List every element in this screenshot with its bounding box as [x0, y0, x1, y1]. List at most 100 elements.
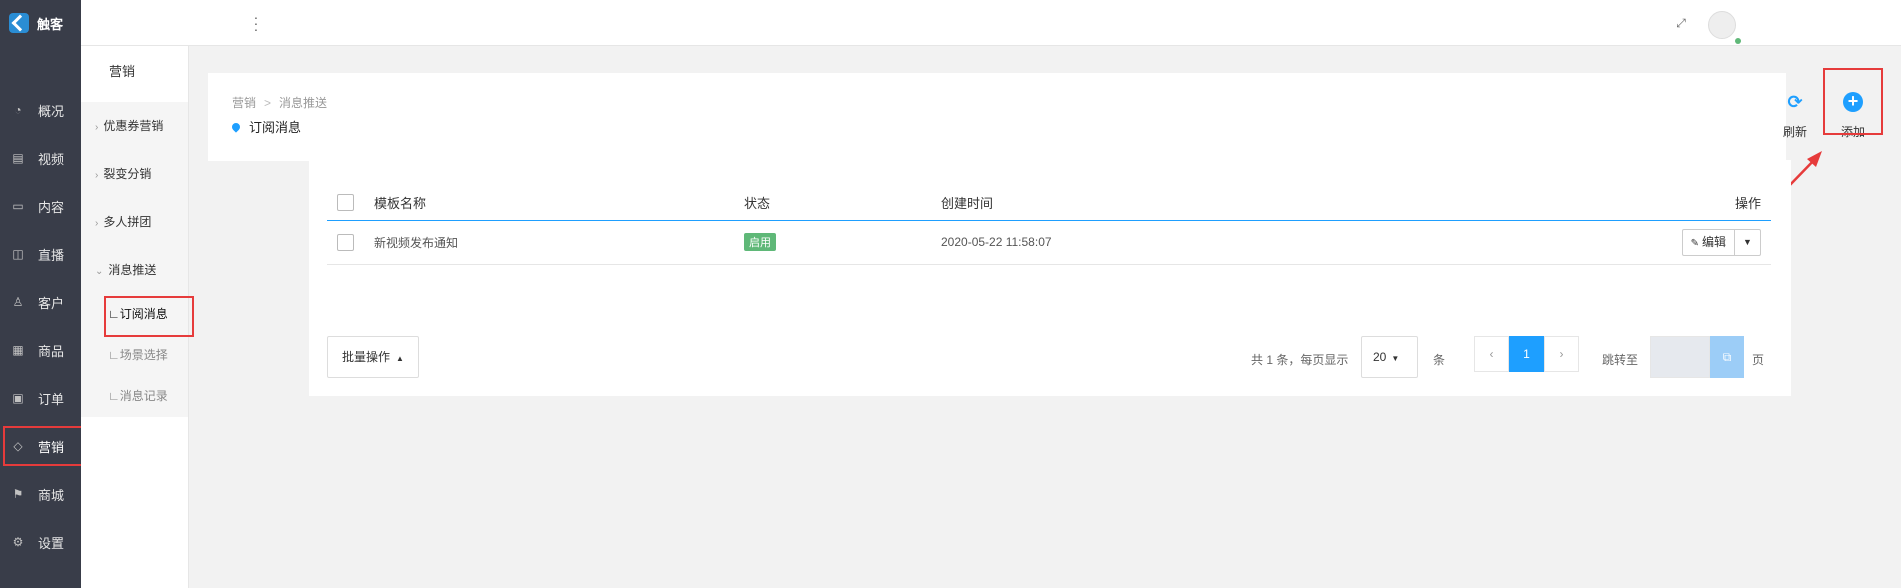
sidebar-item-label: 订单 — [38, 391, 65, 407]
more-vertical-icon[interactable]: · · · — [253, 10, 259, 36]
highlight-box — [1823, 68, 1883, 135]
jump-page-input[interactable] — [1650, 336, 1710, 378]
subnav-item-group-buy[interactable]: › 多人拼团 — [81, 198, 188, 246]
table-row: 新视频发布通知 启用 2020-05-22 11:58:07 ✎ 编辑 ▼ — [327, 220, 1771, 265]
row-checkbox[interactable] — [337, 233, 354, 251]
subnav-item-label: 优惠券营销 — [103, 119, 164, 133]
sidebar-item-label: 客户 — [38, 295, 65, 311]
app-logo[interactable]: 触客 — [0, 0, 81, 46]
caret-down-icon: ▼ — [1391, 354, 1400, 363]
data-table: 模板名称 状态 创建时间 操作 新视频发布通知 启用 2020-05-22 11… — [327, 186, 1771, 265]
edit-label: 编辑 — [1701, 234, 1726, 249]
user-icon: ♙ — [12, 295, 24, 309]
next-page-button[interactable]: › — [1544, 336, 1579, 372]
cell-name: 新视频发布通知 — [374, 220, 744, 265]
cell-actions: ✎ 编辑 ▼ — [1641, 220, 1771, 265]
prev-page-button[interactable]: ‹ — [1474, 336, 1509, 372]
chevron-right-icon: › — [95, 170, 99, 181]
subnav-item-records[interactable]: ∟消息记录 — [81, 376, 188, 417]
fullscreen-icon[interactable]: ⤢ — [1674, 16, 1688, 30]
top-header: · · · ⤢ — [81, 0, 1901, 46]
sidebar-item-label: 商城 — [38, 487, 65, 503]
refresh-button[interactable]: ⟳ 刷新 — [1773, 89, 1817, 140]
pagination-total: 共 1 条，每页显示 — [1251, 353, 1349, 367]
col-header-name[interactable]: 模板名称 — [374, 186, 744, 221]
gear-icon: ⚙ — [12, 535, 24, 549]
page-size-value: 20 — [1373, 350, 1387, 364]
status-badge: 启用 — [744, 233, 776, 251]
subnav-item-label: 裂变分销 — [103, 167, 152, 181]
refresh-label: 刷新 — [1782, 125, 1807, 139]
sidebar-item-marketing[interactable]: ◇ 营销 — [0, 422, 89, 470]
subnav-item-subscription[interactable]: ∟订阅消息 — [81, 294, 194, 337]
page-size-select[interactable]: 20 ▼ — [1361, 336, 1418, 378]
page-number-current[interactable]: 1 — [1509, 336, 1544, 372]
subnav-item-coupons[interactable]: › 优惠券营销 — [81, 102, 188, 150]
camera-icon: ◫ — [12, 247, 24, 261]
row-more-dropdown[interactable]: ▼ — [1734, 229, 1760, 255]
sidebar-item-customers[interactable]: ♙ 客户 — [0, 278, 81, 326]
sidebar-item-label: 商品 — [38, 343, 65, 359]
subnav-item-label: 多人拼团 — [103, 215, 152, 229]
col-header-actions: 操作 — [1641, 186, 1771, 221]
edit-button[interactable]: ✎ 编辑 — [1683, 230, 1734, 255]
subnav-leaf-label: ∟场景选择 — [108, 348, 168, 362]
gauge-icon: ◔ — [14, 103, 22, 117]
subnav-item-label: 消息推送 — [108, 263, 157, 277]
sidebar-item-products[interactable]: ▦ 商品 — [0, 326, 81, 374]
cell-created: 2020-05-22 11:58:07 — [941, 220, 1641, 265]
bulk-action-label: 批量操作 — [342, 350, 391, 364]
table-header-row: 模板名称 状态 创建时间 操作 — [327, 186, 1771, 221]
select-all-checkbox[interactable] — [337, 194, 354, 212]
subnav-item-push[interactable]: ⌄ 消息推送 — [81, 246, 188, 294]
sidebar-item-settings[interactable]: ⚙ 设置 — [0, 518, 81, 566]
table-panel: 模板名称 状态 创建时间 操作 新视频发布通知 启用 2020-05-22 11… — [309, 160, 1791, 396]
sidebar-item-label: 视频 — [38, 151, 65, 167]
chevron-down-icon: ⌄ — [95, 266, 104, 277]
page-title-row: 订阅消息 — [230, 117, 302, 136]
video-icon: ▤ — [12, 151, 24, 165]
breadcrumb-separator: > — [264, 96, 272, 110]
jump-go-button[interactable]: ⧉ — [1710, 336, 1744, 378]
chevron-right-icon: › — [95, 218, 99, 229]
row-action-group: ✎ 编辑 ▼ — [1681, 228, 1761, 256]
logo-icon — [9, 13, 29, 33]
breadcrumb-current: 消息推送 — [279, 96, 328, 110]
subnav-leaf-label: ∟消息记录 — [108, 389, 168, 403]
sidebar-item-label: 内容 — [38, 199, 65, 215]
sidebar-item-video[interactable]: ▤ 视频 — [0, 134, 81, 182]
logo-text: 触客 — [37, 16, 64, 32]
subnav-heading: 营销 — [109, 64, 136, 79]
cell-status: 启用 — [744, 220, 941, 265]
location-pin-icon — [230, 120, 242, 133]
main-nav: ◔ 概况 ▤ 视频 ▭ 内容 ◫ 直播 ♙ 客户 ▦ 商品 ▣ 订单 ◇ 营销 ⚑ 商城 ⚙ 设置 — [0, 86, 89, 566]
sidebar-item-orders[interactable]: ▣ 订单 — [0, 374, 81, 422]
page-header: 营销 > 消息推送 订阅消息 ⟳ 刷新 + 添加 — [208, 73, 1865, 161]
highlight-box — [104, 296, 194, 337]
main-sidebar: 触客 ◔ 概况 ▤ 视频 ▭ 内容 ◫ 直播 ♙ 客户 ▦ 商品 ▣ 订单 ◇ 营销 ⚑ 商城 ⚙… — [0, 0, 89, 588]
edit-icon: ✎ — [1690, 237, 1699, 249]
row-select-cell — [327, 220, 374, 265]
sidebar-item-mall[interactable]: ⚑ 商城 — [0, 470, 81, 518]
subnav-group-list: › 优惠券营销 › 裂变分销 › 多人拼团 ⌄ 消息推送 ∟订阅消息 ∟场景选择 ∟消息… — [81, 102, 194, 417]
refresh-icon: ⟳ — [1787, 92, 1803, 112]
sidebar-item-label: 概况 — [38, 103, 65, 119]
col-header-created[interactable]: 创建时间 — [941, 186, 1641, 221]
page-title: 订阅消息 — [249, 120, 302, 135]
secondary-nav: 营销 › 优惠券营销 › 裂变分销 › 多人拼团 ⌄ 消息推送 ∟订阅消息 ∟场景选择 … — [81, 46, 194, 588]
select-all-cell — [327, 186, 374, 221]
col-header-status[interactable]: 状态 — [744, 186, 941, 221]
monitor-icon: ▭ — [12, 199, 24, 213]
calendar-icon: ▣ — [12, 391, 24, 405]
sidebar-item-live[interactable]: ◫ 直播 — [0, 230, 81, 278]
subnav-item-scene[interactable]: ∟场景选择 — [81, 335, 188, 376]
breadcrumb-parent[interactable]: 营销 — [232, 96, 256, 110]
avatar[interactable] — [1708, 11, 1741, 44]
grid-icon: ▦ — [12, 343, 24, 357]
sidebar-item-overview[interactable]: ◔ 概况 — [0, 86, 81, 134]
bulk-action-button[interactable]: 批量操作 ▲ — [327, 336, 419, 378]
sidebar-item-content[interactable]: ▭ 内容 — [0, 182, 81, 230]
signpost-icon: ⚑ — [12, 487, 24, 501]
subnav-item-fission[interactable]: › 裂变分销 — [81, 150, 188, 198]
chevron-right-icon: › — [95, 122, 99, 133]
